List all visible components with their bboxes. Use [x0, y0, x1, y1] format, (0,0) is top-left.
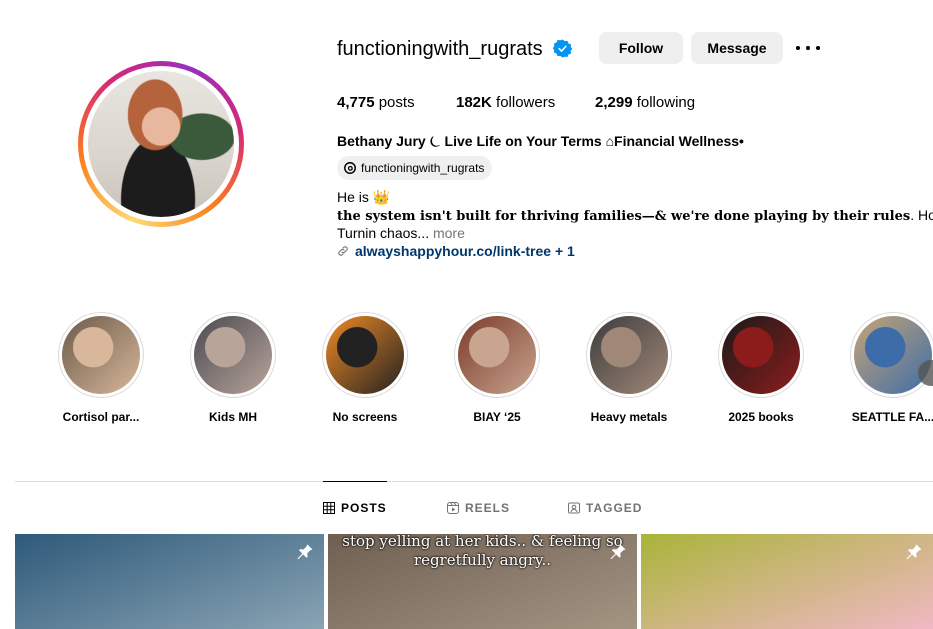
verified-badge-icon — [553, 39, 572, 58]
bio-line-2: the system isn't built for thriving fami… — [337, 207, 933, 224]
highlight-item[interactable]: 2025 books — [701, 312, 821, 424]
highlight-cover — [454, 312, 540, 398]
active-tab-indicator — [323, 481, 387, 482]
pinned-icon — [297, 543, 313, 560]
avatar-border — [83, 66, 239, 222]
tagged-icon — [568, 502, 580, 514]
highlight-item[interactable]: Kids MH — [173, 312, 293, 424]
highlight-image — [590, 316, 668, 394]
highlight-cover — [850, 312, 933, 398]
threads-icon — [344, 162, 356, 174]
bio-more-link[interactable]: more — [429, 225, 465, 241]
post-caption: stop yelling at her kids.. & feeling so … — [342, 534, 623, 569]
highlight-image — [326, 316, 404, 394]
full-name: Bethany Jury ⏾ Live Life on Your Terms ⌂… — [337, 133, 744, 149]
pinned-icon — [906, 543, 922, 560]
highlight-cover — [718, 312, 804, 398]
highlight-cover — [586, 312, 672, 398]
threads-handle: functioningwith_rugrats — [361, 161, 485, 175]
highlight-cover — [322, 312, 408, 398]
bio-line-3: Turnin chaos... more — [337, 225, 465, 241]
message-button[interactable]: Message — [691, 32, 783, 64]
highlight-image — [62, 316, 140, 394]
link-text: alwayshappyhour.co/link-tree + 1 — [355, 243, 575, 259]
grid-icon — [323, 502, 335, 514]
highlight-label: Heavy metals — [590, 410, 668, 424]
highlight-image — [458, 316, 536, 394]
more-options-icon[interactable] — [796, 38, 820, 58]
followers-count[interactable]: 182K followers — [456, 94, 555, 112]
profile-avatar[interactable] — [78, 61, 244, 227]
post-thumbnail[interactable]: stop yelling at her kids.. & feeling so … — [328, 534, 637, 629]
highlight-label: Cortisol par... — [62, 410, 140, 424]
tab-reels[interactable]: REELS — [447, 501, 510, 515]
tab-posts[interactable]: POSTS — [323, 501, 387, 515]
posts-count: 4,775 posts — [337, 94, 415, 111]
highlight-image — [854, 316, 932, 394]
highlight-image — [722, 316, 800, 394]
highlight-item[interactable]: No screens — [305, 312, 425, 424]
link-icon — [338, 246, 348, 256]
threads-badge[interactable]: functioningwith_rugrats — [337, 156, 493, 180]
highlight-image — [194, 316, 272, 394]
highlight-item[interactable]: Cortisol par... — [41, 312, 161, 424]
profile-link[interactable]: alwayshappyhour.co/link-tree + 1 — [337, 242, 575, 260]
tabs-divider — [15, 481, 933, 482]
highlight-label: SEATTLE FA... — [851, 410, 933, 424]
reels-icon — [447, 502, 459, 514]
post-thumbnail[interactable] — [641, 534, 933, 629]
following-count[interactable]: 2,299 following — [595, 94, 695, 112]
post-thumbnail[interactable] — [15, 534, 324, 629]
highlight-item[interactable]: BIAY ‘25 — [437, 312, 557, 424]
highlight-label: 2025 books — [728, 410, 794, 424]
highlight-item[interactable]: Heavy metals — [569, 312, 689, 424]
bio-line-1: He is 👑 — [337, 189, 391, 205]
follow-button[interactable]: Follow — [599, 32, 683, 64]
tab-tagged[interactable]: TAGGED — [568, 501, 642, 515]
highlight-cover — [58, 312, 144, 398]
highlight-label: Kids MH — [209, 410, 257, 424]
pinned-icon — [610, 543, 626, 560]
username: functioningwith_rugrats — [337, 38, 543, 60]
highlight-label: No screens — [332, 410, 398, 424]
avatar-photo — [88, 71, 234, 217]
highlight-cover — [190, 312, 276, 398]
highlight-label: BIAY ‘25 — [473, 410, 521, 424]
